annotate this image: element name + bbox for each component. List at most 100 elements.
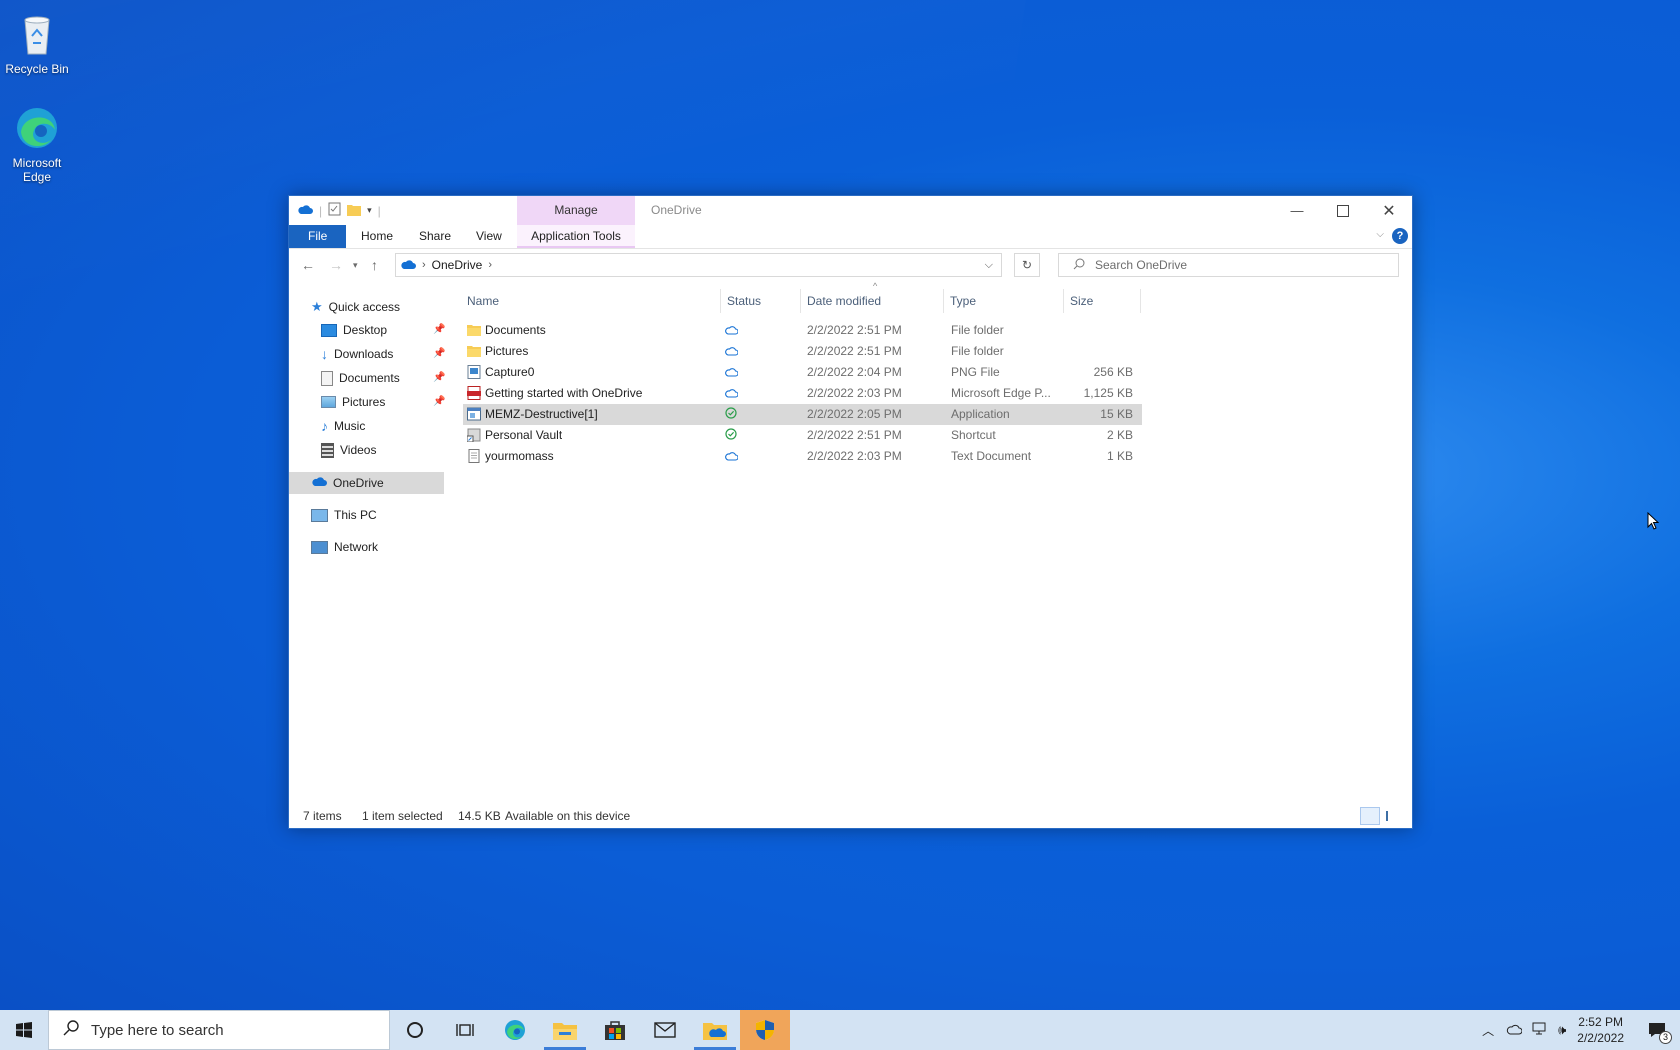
- tab-home[interactable]: Home: [347, 225, 407, 248]
- pin-icon[interactable]: 📌: [433, 391, 445, 413]
- breadcrumb-separator-icon: ›: [422, 259, 426, 271]
- nav-item-videos[interactable]: Videos: [321, 439, 376, 461]
- minimize-button[interactable]: —: [1274, 196, 1320, 225]
- file-row[interactable]: MEMZ-Destructive[1] 2/2/2022 2:05 PM Appli…: [463, 404, 1142, 425]
- maximize-icon: [1337, 204, 1349, 217]
- large-icons-view-button[interactable]: [1382, 807, 1402, 825]
- file-date: 2/2/2022 2:04 PM: [807, 365, 902, 379]
- volume-icon[interactable]: 🕪: [1558, 1022, 1566, 1038]
- tab-view[interactable]: View: [462, 225, 516, 248]
- refresh-button[interactable]: ↻: [1014, 253, 1040, 277]
- nav-item-music[interactable]: ♪ Music: [321, 415, 365, 437]
- edge-icon: [505, 1020, 525, 1040]
- text-file-icon: [467, 449, 481, 463]
- task-view-icon: [456, 1024, 474, 1036]
- address-dropdown-chevron-icon[interactable]: ⌵: [985, 259, 993, 272]
- column-header-name[interactable]: Name: [461, 289, 721, 313]
- nav-network[interactable]: Network: [311, 536, 378, 558]
- file-row[interactable]: Documents 2/2/2022 2:51 PM File folder: [463, 320, 1142, 341]
- file-name: Documents: [485, 323, 546, 337]
- file-row[interactable]: yourmomass 2/2/2022 2:03 PM Text Document 1…: [463, 446, 1142, 467]
- documents-icon: [321, 370, 333, 386]
- tab-share[interactable]: Share: [405, 225, 465, 248]
- windows-logo-icon: [16, 1022, 32, 1038]
- task-view-button[interactable]: [440, 1010, 490, 1050]
- maximize-button[interactable]: [1320, 196, 1366, 225]
- folder-icon: [467, 323, 481, 337]
- taskbar: Type here to search ︿ 🕪 2:52 PM 2/2/2022…: [0, 1010, 1680, 1050]
- recent-locations-chevron-icon[interactable]: ▾: [353, 260, 358, 271]
- column-header-type[interactable]: Type: [944, 289, 1064, 313]
- navigation-bar: ← → ▾ ↑ › OneDrive › ⌵ ↻: [289, 249, 1412, 281]
- up-arrow-icon[interactable]: ↑: [371, 257, 378, 273]
- help-icon[interactable]: ?: [1392, 228, 1408, 244]
- taskbar-security-app[interactable]: [740, 1010, 790, 1050]
- start-button[interactable]: [0, 1010, 48, 1050]
- file-size: 1 KB: [1106, 449, 1133, 463]
- file-row[interactable]: Capture0 2/2/2022 2:04 PM PNG File 256 KB: [463, 362, 1142, 383]
- taskbar-edge[interactable]: [490, 1010, 540, 1050]
- column-header-size[interactable]: Size: [1064, 289, 1141, 313]
- nav-item-desktop[interactable]: Desktop 📌: [321, 319, 445, 341]
- nav-onedrive[interactable]: OneDrive: [289, 472, 444, 494]
- status-availability: Available on this device: [505, 809, 631, 823]
- file-row[interactable]: Getting started with OneDrive 2/2/2022 2:…: [463, 383, 1142, 404]
- title-bar[interactable]: | ▾ | Manage OneDrive — ✕: [289, 196, 1412, 225]
- forward-arrow-icon[interactable]: →: [329, 257, 343, 273]
- tray-onedrive-icon[interactable]: [1506, 1023, 1523, 1038]
- computer-icon: [311, 508, 328, 522]
- close-button[interactable]: ✕: [1366, 196, 1412, 225]
- column-headers: ^ Name Status Date modified Type Size: [461, 281, 1141, 313]
- details-view-button[interactable]: [1360, 807, 1380, 825]
- properties-icon[interactable]: [328, 202, 341, 219]
- clock[interactable]: 2:52 PM 2/2/2022: [1577, 1014, 1624, 1046]
- nav-item-pictures[interactable]: Pictures 📌: [321, 391, 445, 413]
- expand-ribbon-chevron-icon[interactable]: ⌵: [1376, 229, 1384, 240]
- desktop-icon-recycle-bin[interactable]: Recycle Bin: [0, 10, 77, 76]
- pin-icon[interactable]: 📌: [433, 367, 445, 389]
- nav-item-downloads[interactable]: ↓ Downloads 📌: [321, 343, 445, 365]
- clock-date: 2/2/2022: [1577, 1031, 1624, 1045]
- file-explorer-window: | ▾ | Manage OneDrive — ✕ File Home Shar…: [288, 195, 1413, 829]
- nav-label: Downloads: [334, 347, 394, 361]
- music-note-icon: ♪: [321, 418, 328, 434]
- column-header-date[interactable]: Date modified: [801, 289, 944, 313]
- file-explorer-icon: [553, 1023, 577, 1040]
- file-row[interactable]: Pictures 2/2/2022 2:51 PM File folder: [463, 341, 1142, 362]
- action-center-button[interactable]: 3: [1634, 1010, 1680, 1050]
- new-folder-icon[interactable]: [347, 203, 362, 219]
- network-status-icon[interactable]: [1532, 1022, 1548, 1039]
- column-header-status[interactable]: Status: [721, 289, 801, 313]
- taskbar-store[interactable]: [590, 1010, 640, 1050]
- file-row[interactable]: Personal Vault 2/2/2022 2:51 PM Shortcut 2 …: [463, 425, 1142, 446]
- taskbar-mail[interactable]: [640, 1010, 690, 1050]
- taskbar-onedrive-explorer[interactable]: [690, 1010, 740, 1050]
- nav-label: Videos: [340, 443, 377, 457]
- file-size: 2 KB: [1106, 428, 1133, 442]
- pin-icon[interactable]: 📌: [433, 343, 445, 365]
- taskbar-search-box[interactable]: Type here to search: [48, 1010, 390, 1050]
- customize-qat-icon[interactable]: ▾: [367, 205, 372, 216]
- nav-quick-access[interactable]: ★ Quick access: [311, 296, 400, 318]
- window-title: OneDrive: [651, 203, 702, 217]
- search-input[interactable]: [1093, 257, 1367, 273]
- cortana-button[interactable]: [390, 1010, 440, 1050]
- breadcrumb-separator-icon[interactable]: ›: [488, 259, 492, 271]
- nav-this-pc[interactable]: This PC: [311, 504, 377, 526]
- tab-application-tools[interactable]: Application Tools: [517, 225, 635, 248]
- file-name: MEMZ-Destructive[1]: [485, 407, 598, 421]
- nav-item-documents[interactable]: Documents 📌: [321, 367, 445, 389]
- download-arrow-icon: ↓: [321, 346, 328, 362]
- file-type: Text Document: [951, 449, 1032, 463]
- show-hidden-icons-chevron-icon[interactable]: ︿: [1482, 1022, 1494, 1039]
- ribbon-tabs: File Home Share View Application Tools ⌵…: [289, 225, 1412, 249]
- address-bar[interactable]: › OneDrive › ⌵: [395, 253, 1002, 277]
- star-icon: ★: [311, 299, 323, 314]
- tab-file[interactable]: File: [289, 225, 347, 248]
- search-box[interactable]: [1058, 253, 1399, 277]
- back-arrow-icon[interactable]: ←: [301, 257, 315, 273]
- breadcrumb-onedrive[interactable]: OneDrive: [432, 258, 483, 272]
- taskbar-file-explorer[interactable]: [540, 1010, 590, 1050]
- desktop-icon-edge[interactable]: Microsoft Edge: [0, 104, 77, 184]
- pin-icon[interactable]: 📌: [433, 319, 445, 341]
